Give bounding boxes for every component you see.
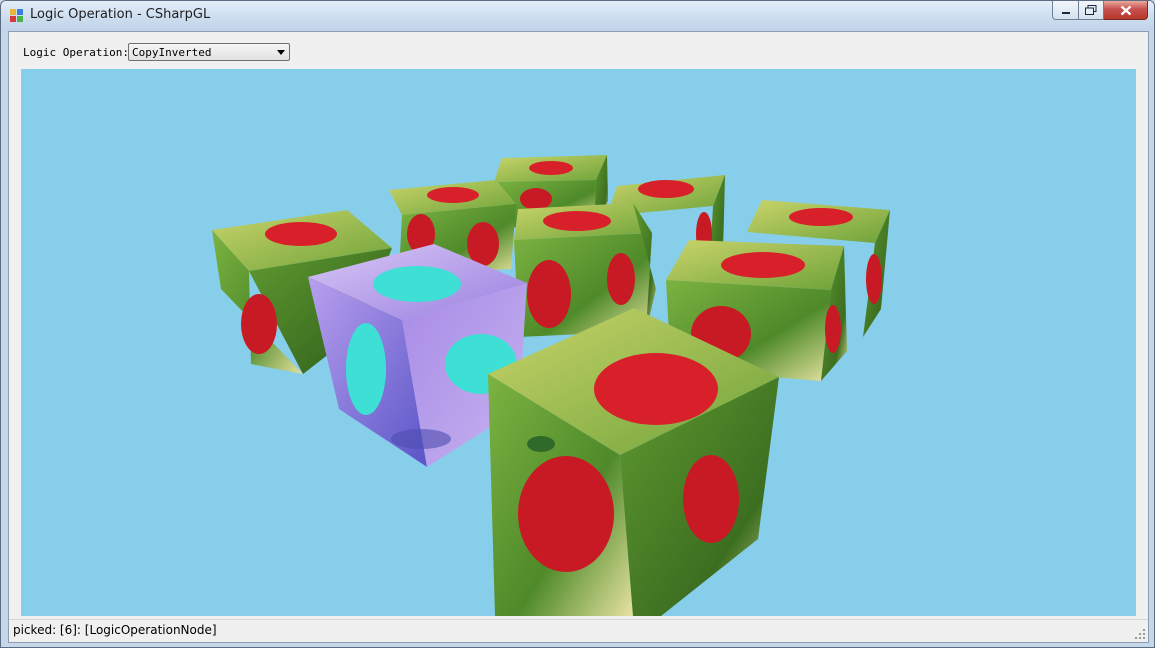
logic-operation-value: CopyInverted — [132, 46, 212, 59]
chevron-down-icon — [277, 50, 285, 55]
status-bar: picked: [6]: [LogicOperationNode] — [9, 619, 1148, 642]
close-button[interactable] — [1104, 1, 1148, 20]
status-text: picked: [6]: [LogicOperationNode] — [13, 623, 217, 637]
client-area: Logic Operation: CopyInverted picked: [6… — [8, 31, 1149, 643]
maximize-button[interactable] — [1079, 1, 1104, 20]
logic-operation-select[interactable]: CopyInverted — [128, 43, 290, 61]
app-window: Logic Operation - CSharpGL Logic Operati… — [0, 0, 1155, 648]
title-bar[interactable]: Logic Operation - CSharpGL — [1, 1, 1154, 31]
window-title: Logic Operation - CSharpGL — [30, 7, 211, 22]
maximize-icon — [1085, 5, 1097, 15]
close-icon — [1120, 5, 1131, 15]
app-window-icon[interactable] — [10, 9, 24, 23]
resize-grip-icon[interactable] — [1135, 629, 1145, 639]
logic-operation-label: Logic Operation: — [23, 46, 129, 59]
opengl-viewport[interactable] — [21, 69, 1136, 616]
minimize-icon — [1061, 12, 1070, 14]
minimize-button[interactable] — [1052, 1, 1079, 20]
cube-scene — [212, 155, 890, 616]
